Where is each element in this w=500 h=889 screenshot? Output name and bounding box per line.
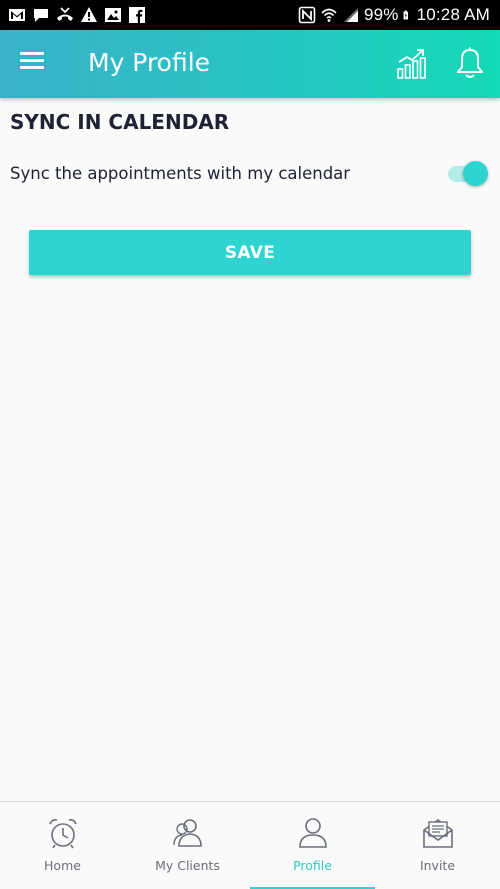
- bottom-nav: Home My Clients Profile Invite: [0, 801, 500, 889]
- wifi-icon: [321, 8, 337, 22]
- nav-label: Profile: [293, 858, 332, 873]
- nav-item-my-clients[interactable]: My Clients: [125, 802, 250, 889]
- profile-icon: [298, 818, 327, 848]
- image-icon: [105, 8, 121, 22]
- nav-item-home[interactable]: Home: [0, 802, 125, 889]
- notification-icons: [8, 6, 146, 24]
- envelope-icon: [422, 819, 453, 848]
- hamburger-icon-line: [20, 66, 44, 69]
- sync-calendar-row: Sync the appointments with my calendar: [10, 160, 490, 188]
- save-button[interactable]: SAVE: [29, 230, 471, 275]
- toggle-thumb: [463, 161, 488, 186]
- chart-icon[interactable]: [395, 45, 431, 81]
- gmail-icon: [9, 9, 25, 21]
- alarm-clock-icon: [48, 819, 77, 849]
- section-title: SYNC IN CALENDAR: [10, 110, 230, 134]
- clock: 10:28 AM: [416, 5, 490, 24]
- nav-item-invite[interactable]: Invite: [375, 802, 500, 889]
- status-bar: 99% 10:28 AM: [0, 0, 500, 30]
- app-bar: My Profile: [0, 30, 500, 98]
- message-icon: [34, 9, 48, 22]
- system-icons: 99% 10:28 AM: [298, 5, 490, 25]
- hamburger-icon-line: [20, 59, 44, 62]
- facebook-icon: [129, 7, 145, 23]
- missed-call-icon: [57, 7, 73, 21]
- nfc-icon: [298, 6, 316, 24]
- bell-icon[interactable]: [455, 46, 485, 80]
- signal-icon: [343, 8, 358, 22]
- warning-icon: [81, 7, 97, 22]
- battery-icon: [403, 10, 408, 20]
- nav-label: My Clients: [155, 858, 220, 873]
- clients-icon: [172, 819, 202, 847]
- nav-label: Home: [44, 858, 81, 873]
- nav-item-profile[interactable]: Profile: [250, 802, 375, 889]
- sync-calendar-label: Sync the appointments with my calendar: [10, 164, 351, 183]
- battery-percent: 99%: [363, 5, 399, 24]
- menu-button[interactable]: [20, 50, 48, 78]
- nav-label: Invite: [419, 858, 456, 873]
- page-title: My Profile: [88, 48, 211, 77]
- sync-calendar-toggle[interactable]: [446, 160, 490, 188]
- hamburger-icon-line: [20, 52, 44, 55]
